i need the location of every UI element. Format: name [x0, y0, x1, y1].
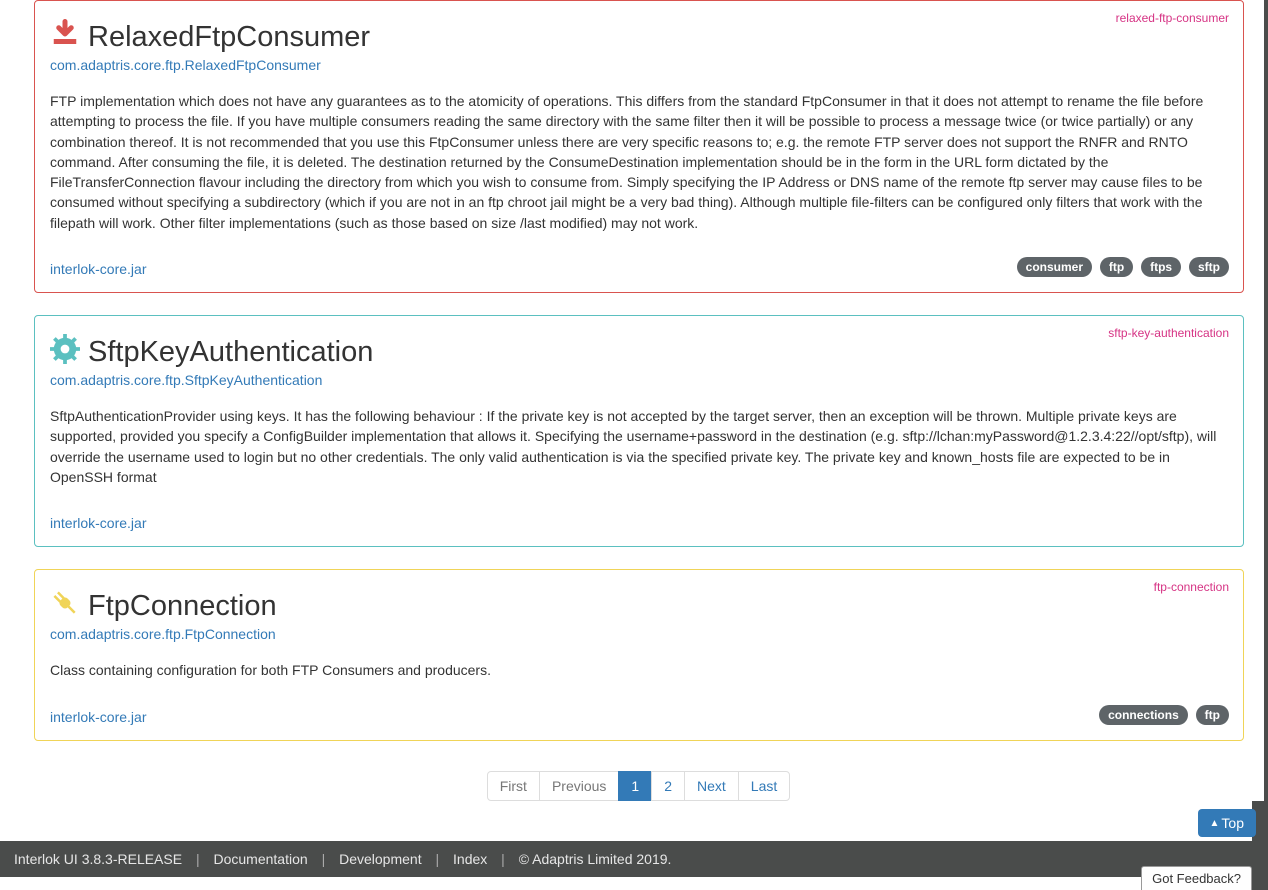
- jar-link[interactable]: interlok-core.jar: [50, 261, 146, 277]
- component-classname[interactable]: com.adaptris.core.ftp.SftpKeyAuthenticat…: [50, 372, 1228, 388]
- tag[interactable]: connections: [1099, 705, 1188, 725]
- page-2[interactable]: 2: [651, 771, 685, 801]
- page-next[interactable]: Next: [684, 771, 739, 801]
- feedback-button[interactable]: Got Feedback?: [1141, 866, 1252, 890]
- component-slug[interactable]: sftp-key-authentication: [1108, 326, 1229, 340]
- tag[interactable]: consumer: [1017, 257, 1092, 277]
- footer-development-link[interactable]: Development: [339, 851, 422, 867]
- jar-link[interactable]: interlok-core.jar: [50, 709, 146, 725]
- component-title: RelaxedFtpConsumer: [88, 21, 370, 54]
- component-classname[interactable]: com.adaptris.core.ftp.RelaxedFtpConsumer: [50, 57, 1228, 73]
- tag[interactable]: ftp: [1196, 705, 1229, 725]
- component-title: SftpKeyAuthentication: [88, 336, 373, 369]
- page-last[interactable]: Last: [738, 771, 790, 801]
- component-title: FtpConnection: [88, 590, 277, 623]
- footer-documentation-link[interactable]: Documentation: [214, 851, 308, 867]
- gear-icon: [50, 334, 80, 364]
- tag-group: consumer ftp ftps sftp: [1013, 257, 1229, 277]
- tag[interactable]: sftp: [1189, 257, 1229, 277]
- component-slug[interactable]: ftp-connection: [1154, 580, 1229, 594]
- tag[interactable]: ftp: [1100, 257, 1133, 277]
- component-slug[interactable]: relaxed-ftp-consumer: [1116, 11, 1229, 25]
- pagination: First Previous 1 2 Next Last: [34, 771, 1244, 801]
- component-description: Class containing configuration for both …: [50, 660, 1228, 680]
- page-1[interactable]: 1: [618, 771, 652, 801]
- tag-group: connections ftp: [1095, 705, 1229, 725]
- page-previous: Previous: [539, 771, 619, 801]
- footer: Interlok UI 3.8.3-RELEASE | Documentatio…: [0, 841, 1268, 877]
- page-first: First: [487, 771, 540, 801]
- component-description: SftpAuthenticationProvider using keys. I…: [50, 406, 1228, 487]
- download-icon: [50, 19, 80, 49]
- component-classname[interactable]: com.adaptris.core.ftp.FtpConnection: [50, 626, 1228, 642]
- footer-index-link[interactable]: Index: [453, 851, 487, 867]
- component-description: FTP implementation which does not have a…: [50, 91, 1228, 233]
- component-card: ftp-connection FtpConnection com.adaptri…: [34, 569, 1244, 740]
- back-to-top-button[interactable]: Top: [1198, 809, 1256, 837]
- component-card: sftp-key-authentication SftpKeyAuthentic…: [34, 315, 1244, 547]
- jar-link[interactable]: interlok-core.jar: [50, 515, 146, 531]
- tag[interactable]: ftps: [1141, 257, 1181, 277]
- plug-icon: [50, 588, 80, 618]
- footer-product: Interlok UI 3.8.3-RELEASE: [14, 851, 182, 867]
- component-card: relaxed-ftp-consumer RelaxedFtpConsumer …: [34, 0, 1244, 293]
- footer-copyright: © Adaptris Limited 2019.: [519, 851, 672, 867]
